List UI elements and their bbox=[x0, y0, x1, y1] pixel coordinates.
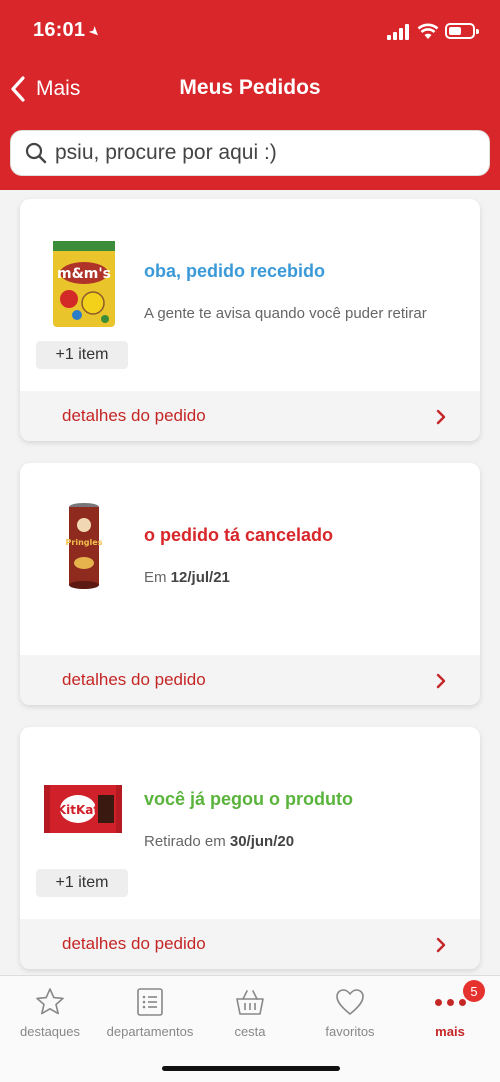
tab-favoritos[interactable]: favoritos bbox=[300, 986, 400, 1039]
tab-label: favoritos bbox=[325, 1024, 375, 1039]
star-icon bbox=[36, 988, 64, 1015]
order-details-link[interactable]: detalhes do pedido bbox=[20, 919, 480, 969]
tab-label: departamentos bbox=[106, 1024, 194, 1039]
product-image-kitkat: KitKat bbox=[44, 785, 122, 833]
basket-icon bbox=[236, 990, 264, 1015]
order-subtitle: A gente te avisa quando você puder retir… bbox=[144, 305, 427, 322]
order-card[interactable]: m&m's +1 item oba, pedido recebido A gen… bbox=[20, 199, 480, 441]
battery-icon bbox=[445, 23, 479, 39]
order-status: o pedido tá cancelado bbox=[144, 525, 334, 545]
svg-text:Pringles: Pringles bbox=[66, 538, 103, 547]
order-status: oba, pedido recebido bbox=[144, 261, 326, 281]
status-time: 16:01➤ bbox=[33, 19, 105, 41]
order-details-link[interactable]: detalhes do pedido bbox=[20, 391, 480, 441]
product-image-pringles: Pringles bbox=[66, 503, 103, 589]
extra-items-badge: +1 item bbox=[36, 341, 128, 369]
order-details-label: detalhes do pedido bbox=[62, 670, 206, 689]
tab-label: cesta bbox=[234, 1024, 266, 1039]
more-dots-icon bbox=[400, 986, 500, 1018]
tab-destaques[interactable]: destaques bbox=[0, 986, 100, 1039]
wifi-icon bbox=[417, 23, 439, 39]
chevron-right-icon bbox=[436, 937, 446, 953]
svg-text:m&m's: m&m's bbox=[57, 266, 111, 282]
header: 16:01➤ Mais Meus Pedidos bbox=[0, 0, 500, 190]
search-bar[interactable] bbox=[10, 130, 490, 176]
order-card[interactable]: KitKat +1 item você já pegou o produto R… bbox=[20, 727, 480, 969]
cellular-signal-icon bbox=[387, 24, 411, 40]
search-icon bbox=[25, 142, 47, 164]
search-input[interactable] bbox=[55, 141, 455, 165]
svg-text:KitKat: KitKat bbox=[57, 803, 100, 817]
list-icon bbox=[137, 988, 163, 1016]
order-date: 12/jul/21 bbox=[170, 569, 230, 586]
order-subtitle: Em 12/jul/21 bbox=[144, 569, 230, 586]
tab-cesta[interactable]: cesta bbox=[200, 986, 300, 1039]
tab-label: mais bbox=[435, 1024, 465, 1039]
notification-badge: 5 bbox=[463, 980, 485, 1002]
order-status: você já pegou o produto bbox=[144, 789, 354, 809]
status-bar: 16:01➤ bbox=[0, 0, 500, 62]
location-arrow-icon: ➤ bbox=[85, 22, 105, 41]
chevron-right-icon bbox=[436, 409, 446, 425]
order-card[interactable]: Pringles o pedido tá cancelado Em 12/jul… bbox=[20, 463, 480, 705]
order-subtitle: Retirado em 30/jun/20 bbox=[144, 833, 295, 850]
order-date: 30/jun/20 bbox=[229, 833, 295, 850]
heart-icon bbox=[336, 989, 364, 1015]
page-title: Meus Pedidos bbox=[179, 76, 321, 99]
tab-departamentos[interactable]: departamentos bbox=[100, 986, 200, 1039]
home-indicator bbox=[162, 1066, 340, 1071]
product-image-mms: m&m's bbox=[53, 241, 115, 327]
order-details-label: detalhes do pedido bbox=[62, 406, 206, 425]
tab-label: destaques bbox=[20, 1024, 80, 1039]
extra-items-badge: +1 item bbox=[36, 869, 128, 897]
chevron-right-icon bbox=[436, 673, 446, 689]
tab-mais[interactable]: 5 mais bbox=[400, 980, 500, 1039]
order-details-label: detalhes do pedido bbox=[62, 934, 206, 953]
order-details-link[interactable]: detalhes do pedido bbox=[20, 655, 480, 705]
